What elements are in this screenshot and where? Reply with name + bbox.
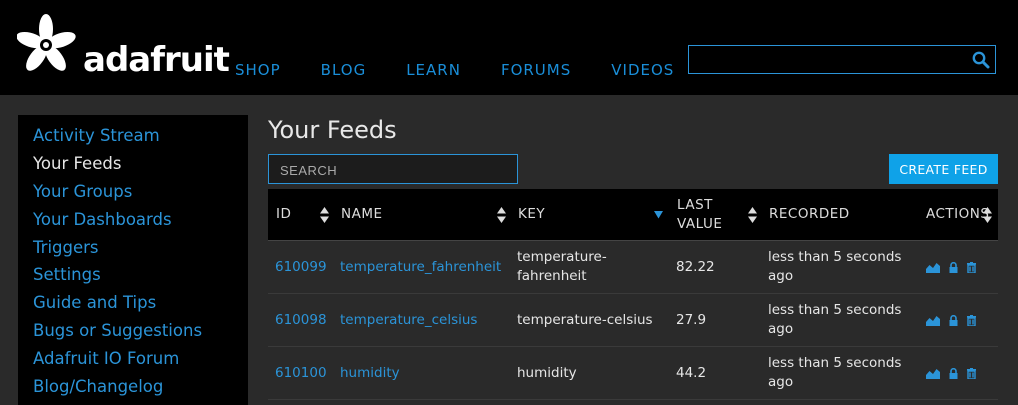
table-header-row: ID NAME KEY LAST VALUE RECORDED ACTIONS [268,189,998,241]
nav-videos[interactable]: VIDEOS [611,61,674,79]
column-header-last-value[interactable]: LAST VALUE [669,189,761,241]
sidebar-item-label[interactable]: Your Groups [33,182,132,201]
feed-name-cell: humidity [333,346,510,400]
nav-forums[interactable]: FORUMS [501,61,571,79]
feed-key-cell: temperature-fahrenheit [510,240,669,294]
sidebar-item-your-groups[interactable]: Your Groups [33,181,248,209]
sidebar-item-your-feeds[interactable]: Your Feeds [33,153,248,181]
table-row: 610098 temperature_celsius temperature-c… [268,293,998,347]
sidebar-item-label[interactable]: Blog/Changelog [33,377,163,396]
page-title: Your Feeds [268,116,397,144]
lock-icon[interactable] [949,261,958,273]
sidebar-item-label[interactable]: Adafruit IO Forum [33,349,179,368]
nav-shop[interactable]: SHOP [235,61,281,79]
sort-icon[interactable] [497,207,506,223]
feed-id-cell: 610099 [268,240,333,294]
sidebar-item-adafruit-io-forum[interactable]: Adafruit IO Forum [33,348,248,376]
search-icon[interactable] [972,51,990,69]
site-search-input[interactable] [693,49,967,71]
feed-actions-cell [918,346,998,400]
column-header-label: NAME [341,206,383,222]
sidebar-item-your-dashboards[interactable]: Your Dashboards [33,209,248,237]
column-header-actions[interactable]: ACTIONS [918,189,998,241]
trash-icon[interactable] [967,261,976,273]
column-header-label: LAST VALUE [677,196,723,232]
feed-key-cell: temperature-celsius [510,293,669,347]
main-nav: SHOP BLOG LEARN FORUMS VIDEOS [235,61,714,79]
feed-id-cell: 610098 [268,293,333,347]
create-feed-button[interactable]: CREATE FEED [889,154,998,184]
logo-wordmark: adafruit [83,40,230,80]
lock-icon[interactable] [949,314,958,326]
table-row: 610099 temperature_fahrenheit temperatur… [268,240,998,294]
feed-id-link[interactable]: 610098 [275,312,327,328]
feeds-table: ID NAME KEY LAST VALUE RECORDED ACTIONS … [268,189,998,400]
site-search [688,45,996,74]
feed-key-cell: humidity [510,346,669,400]
sort-icon[interactable] [748,207,757,223]
column-header-label: ID [276,206,292,222]
sidebar-item-bugs-or-suggestions[interactable]: Bugs or Suggestions [33,320,248,348]
sidebar-item-triggers[interactable]: Triggers [33,237,248,265]
chart-icon[interactable] [926,315,940,326]
nav-learn[interactable]: LEARN [406,61,461,79]
trash-icon[interactable] [967,314,976,326]
sidebar-item-label[interactable]: Settings [33,265,101,284]
sidebar-item-label[interactable]: Triggers [33,238,99,257]
column-header-id[interactable]: ID [268,189,333,241]
sort-desc-icon[interactable] [654,211,663,219]
feed-last-value-cell: 27.9 [669,293,761,347]
feed-name-cell: temperature_fahrenheit [333,240,510,294]
sidebar: Activity Stream Your Feeds Your Groups Y… [18,115,248,405]
feed-actions-cell [918,240,998,294]
sidebar-item-settings[interactable]: Settings [33,264,248,292]
feed-recorded-cell: less than 5 seconds ago [761,293,918,347]
feed-id-link[interactable]: 610100 [275,365,327,381]
chart-icon[interactable] [926,368,940,379]
feed-actions-cell [918,293,998,347]
sidebar-item-label: Your Feeds [33,153,122,173]
sidebar-item-label[interactable]: Activity Stream [33,126,160,145]
sidebar-item-label[interactable]: Bugs or Suggestions [33,321,202,340]
nav-blog[interactable]: BLOG [321,61,367,79]
trash-icon[interactable] [967,367,976,379]
lock-icon[interactable] [949,367,958,379]
adafruit-logo[interactable]: adafruit [17,14,230,80]
feed-last-value-cell: 82.22 [669,240,761,294]
feed-id-link[interactable]: 610099 [275,259,327,275]
feed-name-link[interactable]: temperature_celsius [340,312,477,328]
sidebar-item-label[interactable]: Guide and Tips [33,293,156,312]
feed-last-value-cell: 44.2 [669,346,761,400]
column-header-label: KEY [518,206,546,222]
table-row: 610100 humidity humidity 44.2 less than … [268,346,998,400]
feed-search [268,154,518,184]
column-header-label: ACTIONS [926,206,990,222]
feed-name-link[interactable]: temperature_fahrenheit [340,259,501,275]
feed-recorded-cell: less than 5 seconds ago [761,240,918,294]
column-header-label: RECORDED [769,206,850,222]
sidebar-item-blog-changelog[interactable]: Blog/Changelog [33,376,248,404]
sidebar-item-guide-and-tips[interactable]: Guide and Tips [33,292,248,320]
site-header: adafruit SHOP BLOG LEARN FORUMS VIDEOS [0,0,1018,95]
column-header-recorded: RECORDED [761,189,918,241]
chart-icon[interactable] [926,262,940,273]
sort-icon[interactable] [320,207,329,223]
sidebar-item-activity-stream[interactable]: Activity Stream [33,125,248,153]
sort-icon[interactable] [983,207,992,223]
feed-id-cell: 610100 [268,346,333,400]
column-header-key[interactable]: KEY [510,189,669,241]
sidebar-item-label[interactable]: Your Dashboards [33,210,172,229]
feed-name-cell: temperature_celsius [333,293,510,347]
feed-search-input[interactable] [278,160,512,180]
feed-name-link[interactable]: humidity [340,365,400,381]
flower-logo-icon [17,14,76,71]
feed-recorded-cell: less than 5 seconds ago [761,346,918,400]
column-header-name[interactable]: NAME [333,189,510,241]
